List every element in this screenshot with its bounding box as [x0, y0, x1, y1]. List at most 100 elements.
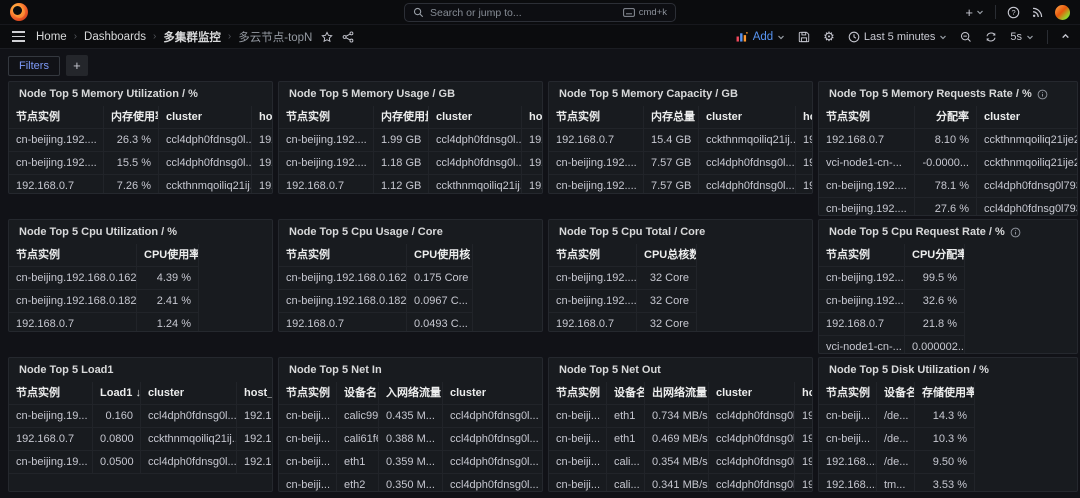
column-header[interactable]: 节点实例 — [819, 244, 905, 266]
column-header[interactable]: 节点实例 — [549, 382, 607, 404]
table-cell: cali61f6... — [337, 428, 379, 450]
column-header[interactable]: cluster — [699, 106, 796, 128]
breadcrumb-item-dashboards[interactable]: Dashboards — [84, 31, 146, 43]
column-header[interactable]: 内存使用量 — [374, 106, 429, 128]
column-header[interactable]: 节点实例 — [819, 382, 877, 404]
column-header[interactable]: 节点实例 — [819, 106, 915, 128]
table-cell: cn-beijing.192.... — [549, 290, 637, 312]
column-header[interactable]: cluster — [429, 106, 522, 128]
column-header[interactable]: host_i — [252, 106, 273, 128]
news-button[interactable] — [1031, 6, 1044, 19]
table-row: 192.168.0.721.8 % — [819, 312, 965, 335]
column-header[interactable]: host_ip — [796, 106, 813, 128]
table-row: cn-beiji...eth10.469 MB/sccl4dph0fdnsg0l… — [549, 427, 813, 450]
star-dashboard-button[interactable] — [321, 31, 333, 43]
table-cell: eth1 — [607, 405, 645, 427]
column-header[interactable]: 分配率 — [915, 106, 977, 128]
panel-title[interactable]: Node Top 5 Memory Capacity / GB — [559, 88, 738, 100]
table-cell: 1.24 % — [137, 313, 199, 332]
panel-title[interactable]: Node Top 5 Net Out — [559, 364, 661, 376]
column-header[interactable]: CPU分配率 — [905, 244, 965, 266]
column-header[interactable]: cluster — [709, 382, 795, 404]
column-header[interactable]: 节点实例 — [9, 244, 137, 266]
column-header[interactable]: cluster — [159, 106, 252, 128]
time-range-picker[interactable]: Last 5 minutes — [848, 31, 948, 43]
column-header[interactable]: 内存使用率 — [104, 106, 159, 128]
panel-title[interactable]: Node Top 5 Memory Usage / GB — [289, 88, 455, 100]
column-header[interactable]: 节点实例 — [549, 244, 637, 266]
panel-title[interactable]: Node Top 5 Memory Requests Rate / % — [829, 88, 1032, 100]
column-header[interactable]: 节点实例 — [279, 106, 374, 128]
table-cell: 192.168.0.7 — [279, 175, 374, 194]
dashboard-settings-button[interactable]: ⚙ — [823, 30, 835, 43]
info-icon[interactable] — [1010, 227, 1021, 238]
column-header[interactable]: ho — [795, 382, 813, 404]
refresh-button[interactable] — [985, 31, 997, 43]
new-button[interactable]: + — [965, 6, 984, 19]
column-header[interactable]: 节点实例 — [549, 106, 644, 128]
column-header[interactable]: cluster — [977, 106, 1078, 128]
table-row: cn-beijing.192....78.1 %ccl4dph0fdnsg0l7… — [819, 174, 1078, 197]
table-cell: 32 Core — [637, 290, 697, 312]
top-nav-bar: cmd+k + ? — [0, 0, 1080, 25]
column-header[interactable]: 存储使用率 — [915, 382, 975, 404]
panel-title[interactable]: Node Top 5 Cpu Request Rate / % — [829, 226, 1005, 238]
zoom-out-time-button[interactable] — [960, 31, 972, 43]
table-cell: 192.168. — [796, 175, 813, 194]
table-cell: 192.168 — [522, 152, 543, 174]
column-header[interactable]: 设备名 — [607, 382, 645, 404]
column-header[interactable]: 入网络流量 — [379, 382, 443, 404]
share-dashboard-button[interactable] — [342, 31, 354, 43]
column-header[interactable]: 节点实例 — [9, 382, 93, 404]
add-filter-button[interactable]: + — [66, 55, 88, 76]
table-cell: 8.10 % — [915, 129, 977, 151]
column-header[interactable]: Load1 ↓ — [93, 382, 141, 404]
table-cell: -0.0000... — [915, 152, 977, 174]
user-avatar[interactable] — [1055, 5, 1070, 20]
panel-title[interactable]: Node Top 5 Cpu Usage / Core — [289, 226, 443, 238]
table-cell: 32 Core — [637, 267, 697, 289]
table-cell: 26.3 % — [104, 129, 159, 151]
column-header[interactable]: 节点实例 — [279, 382, 337, 404]
search-input[interactable] — [430, 7, 617, 19]
panel-header: Node Top 5 Cpu Total / Core — [549, 220, 812, 244]
panel-header: Node Top 5 Net In — [279, 358, 542, 382]
save-dashboard-button[interactable] — [798, 31, 810, 43]
column-header[interactable]: 出网络流量 ↓ — [645, 382, 709, 404]
panel-title[interactable]: Node Top 5 Net In — [289, 364, 382, 376]
breadcrumb-item-home[interactable]: Home — [36, 31, 67, 43]
column-header[interactable]: 设备名 — [337, 382, 379, 404]
filters-button[interactable]: Filters — [8, 56, 60, 76]
column-header[interactable]: 内存总量 — [644, 106, 699, 128]
panel-title[interactable]: Node Top 5 Memory Utilization / % — [19, 88, 198, 100]
column-header[interactable]: CPU总核数 — [637, 244, 697, 266]
grafana-logo[interactable] — [10, 3, 28, 21]
table-header-row: 节点实例CPU使用核 — [279, 244, 473, 266]
table-row: 192.168.0.77.26 %cckthnmqoiliq21ij...192… — [9, 174, 273, 194]
search-box[interactable]: cmd+k — [404, 3, 676, 22]
hamburger-menu-button[interactable] — [10, 29, 27, 44]
table-cell: 192.168.0.7 — [9, 175, 104, 194]
breadcrumb-item-folder[interactable]: 多集群监控 — [163, 29, 221, 45]
add-panel-button[interactable]: Add — [736, 31, 785, 43]
column-header[interactable]: cluster — [141, 382, 237, 404]
info-icon[interactable] — [1037, 89, 1048, 100]
column-header[interactable]: 设备名 — [877, 382, 915, 404]
column-header[interactable]: 节点实例 — [279, 244, 407, 266]
panel-title[interactable]: Node Top 5 Disk Utilization / % — [829, 364, 989, 376]
panel-title[interactable]: Node Top 5 Load1 — [19, 364, 114, 376]
collapse-toolbar-button[interactable] — [1061, 32, 1070, 41]
column-header[interactable]: cluster — [443, 382, 543, 404]
panel-node-top-5-cpu-request-rate: Node Top 5 Cpu Request Rate / % 节点实例CPU分… — [818, 219, 1078, 354]
help-button[interactable]: ? — [1007, 6, 1020, 19]
panel-title[interactable]: Node Top 5 Cpu Total / Core — [559, 226, 705, 238]
table-row: cn-beijing.192....32 Core — [549, 289, 697, 312]
column-header[interactable]: 节点实例 — [9, 106, 104, 128]
refresh-interval-dropdown[interactable]: 5s — [1010, 31, 1034, 43]
column-header[interactable]: CPU使用核 — [407, 244, 473, 266]
column-header[interactable]: CPU使用率 — [137, 244, 199, 266]
column-header[interactable]: host_ip — [522, 106, 543, 128]
panel-title[interactable]: Node Top 5 Cpu Utilization / % — [19, 226, 177, 238]
table-cell: 192.168.0.7 — [549, 313, 637, 332]
column-header[interactable]: host_ip — [237, 382, 273, 404]
